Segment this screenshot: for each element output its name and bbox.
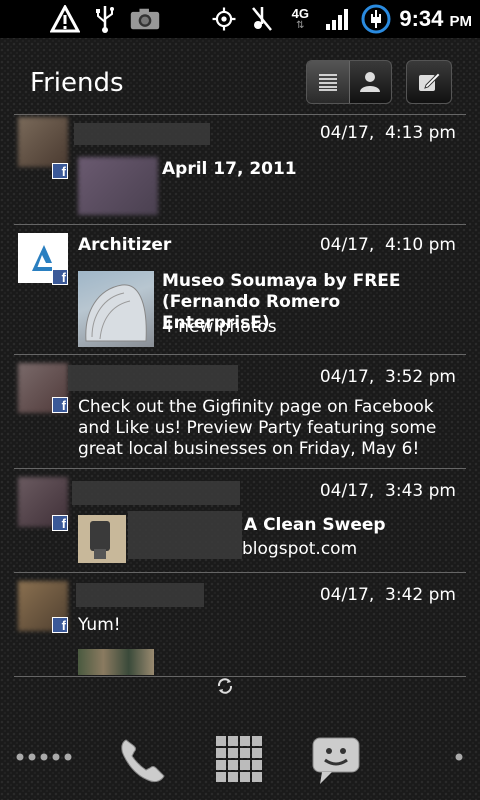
feed-item[interactable]: f 04/17, 4:13 pm April 17, 2011 — [14, 114, 466, 225]
signal-icon — [323, 4, 353, 34]
title-redacted — [128, 511, 242, 559]
poster-name: Architizer — [78, 235, 172, 255]
name-redacted — [76, 583, 204, 607]
refresh-button[interactable] — [216, 677, 234, 699]
phone-button[interactable] — [114, 732, 170, 788]
launcher-dots-button[interactable] — [16, 752, 76, 762]
thumbnail — [78, 157, 158, 215]
name-redacted — [68, 365, 238, 391]
facebook-badge-icon: f — [52, 617, 68, 633]
post-subtitle: blogspot.com — [242, 539, 358, 559]
compose-icon — [419, 72, 441, 91]
timestamp: 04/17, 3:43 pm — [319, 481, 456, 501]
messaging-button[interactable] — [308, 732, 364, 788]
person-icon — [360, 72, 381, 92]
gps-icon — [209, 4, 239, 34]
timestamp: 04/17, 3:42 pm — [319, 585, 456, 605]
post-body: Yum! — [78, 615, 121, 635]
timestamp: 04/17, 4:13 pm — [319, 123, 456, 143]
dot-button[interactable] — [452, 752, 466, 762]
refresh-icon — [217, 678, 233, 694]
phone-icon — [121, 739, 165, 783]
thumbnail — [78, 649, 154, 675]
post-body: Check out the Gigfinity page on Facebook… — [78, 397, 437, 459]
post-headline: April 17, 2011 — [162, 159, 297, 179]
status-clock: 9:34 PM — [399, 6, 472, 31]
name-redacted — [72, 481, 240, 505]
dock — [0, 724, 480, 800]
feed-item[interactable]: f 04/17, 3:43 pm A Clean Sweep blogspot.… — [14, 468, 466, 573]
camera-icon — [130, 4, 160, 34]
battery-icon — [361, 4, 391, 34]
feed-item[interactable]: f Architizer 04/17, 4:10 pm Museo Soumay… — [14, 224, 466, 355]
widget-header: Friends — [14, 50, 466, 114]
facebook-badge-icon: f — [52, 163, 68, 179]
status-bar: 4G ⇅ 9:34 PM — [0, 0, 480, 38]
facebook-badge-icon: f — [52, 515, 68, 531]
usb-icon — [90, 4, 120, 34]
list-icon — [318, 74, 337, 91]
timestamp: 04/17, 4:10 pm — [319, 235, 456, 255]
warning-icon — [50, 4, 80, 34]
name-redacted — [74, 123, 210, 145]
feed-item[interactable]: f 04/17, 3:52 pm Check out the Gigfinity… — [14, 354, 466, 469]
avatar — [18, 117, 68, 167]
dot-icon — [455, 753, 463, 761]
network-icon: 4G ⇅ — [291, 6, 309, 31]
app-drawer-icon — [216, 736, 262, 782]
app-drawer-button[interactable] — [212, 732, 268, 788]
list-view-button[interactable] — [307, 61, 350, 103]
friends-widget: Friends f 04/17, 4:13 pm April 17, 2011 … — [14, 50, 466, 682]
thumbnail — [78, 271, 154, 347]
widget-title: Friends — [30, 68, 124, 98]
divider — [14, 676, 466, 678]
timestamp: 04/17, 3:52 pm — [319, 367, 456, 387]
feed-item[interactable]: f 04/17, 3:42 pm Yum! — [14, 572, 466, 677]
view-toggle[interactable] — [306, 60, 392, 104]
post-headline: A Clean Sweep — [244, 515, 386, 535]
launcher-dots-icon — [16, 753, 72, 761]
facebook-badge-icon: f — [52, 397, 68, 413]
compose-button[interactable] — [406, 60, 452, 104]
profile-view-button[interactable] — [350, 61, 392, 103]
post-subtitle: 4 new photos — [162, 317, 277, 337]
mute-icon — [247, 4, 277, 34]
thumbnail — [78, 515, 126, 563]
facebook-badge-icon: f — [52, 269, 68, 285]
messaging-icon — [312, 737, 360, 784]
